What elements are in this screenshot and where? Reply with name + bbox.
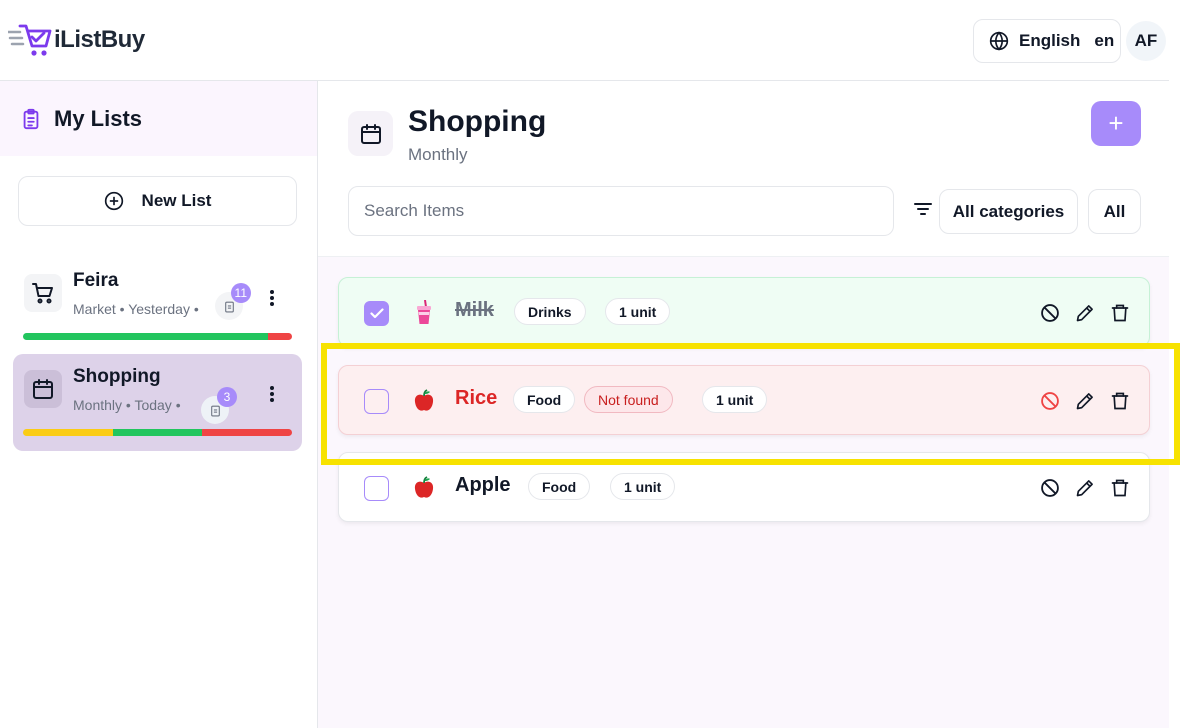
count-badge: 11 [230, 283, 251, 303]
page-subtitle: Monthly [408, 145, 468, 164]
pencil-icon [1076, 479, 1093, 496]
list-progress-bar [23, 429, 292, 436]
page-title: Shopping [408, 105, 547, 138]
search-input[interactable] [348, 186, 894, 236]
list-icon-wrap [24, 370, 62, 408]
filter-icon[interactable] [914, 202, 932, 216]
item-checkbox[interactable] [364, 301, 389, 326]
list-item-rice[interactable]: Rice Food Not found 1 unit [338, 365, 1150, 435]
list-icon-wrap [24, 274, 62, 312]
item-checkbox[interactable] [364, 476, 389, 501]
list-progress-bar [23, 333, 292, 340]
list-options-button[interactable] [263, 382, 281, 406]
clipboard-icon [210, 405, 220, 416]
pencil-icon [1076, 392, 1093, 409]
cart-logo-icon [8, 24, 52, 56]
edit-item-button[interactable] [1074, 302, 1095, 323]
list-meta: Monthly • Today • [73, 397, 181, 413]
progress-segment [23, 429, 113, 436]
apple-icon [411, 386, 437, 416]
plus-circle-icon [104, 191, 123, 211]
list-item-apple[interactable]: Apple Food 1 unit [338, 452, 1150, 522]
pencil-icon [1076, 304, 1093, 321]
edit-item-button[interactable] [1074, 477, 1095, 498]
item-count: 11 [215, 283, 251, 320]
item-name: Apple [455, 474, 511, 496]
count-badge: 3 [217, 387, 237, 407]
list-card-feira[interactable]: Feira Market • Yesterday • 11 [13, 258, 302, 355]
list-name: Shopping [73, 366, 161, 387]
item-quantity-pill: 1 unit [605, 298, 671, 325]
edit-item-button[interactable] [1074, 390, 1095, 411]
add-item-button[interactable]: + [1091, 101, 1141, 146]
item-quantity-pill: 1 unit [610, 473, 676, 500]
ban-icon [1040, 478, 1059, 497]
shopping-cart-icon [32, 283, 53, 304]
sidebar-header: My Lists [0, 81, 317, 156]
progress-segment [112, 429, 203, 436]
user-avatar[interactable]: AF [1126, 21, 1166, 61]
list-header-icon-wrap [348, 111, 393, 156]
ban-icon [1040, 303, 1059, 322]
ban-icon [1040, 391, 1059, 410]
item-category-pill: Food [513, 386, 576, 413]
item-quantity-pill: 1 unit [702, 386, 768, 413]
new-list-label: New List [141, 191, 212, 210]
apple-icon [411, 473, 437, 503]
language-selector[interactable]: English en [973, 19, 1121, 63]
item-name: Rice [455, 387, 498, 409]
delete-item-button[interactable] [1109, 477, 1130, 498]
trash-icon [1111, 304, 1128, 321]
progress-segment [202, 429, 292, 436]
check-icon [369, 308, 384, 319]
new-list-button[interactable]: New List [18, 176, 297, 226]
item-category-pill: Food [528, 473, 591, 500]
list-options-button[interactable] [263, 286, 281, 310]
calendar-icon [33, 379, 53, 399]
kebab-menu-icon [270, 386, 274, 402]
list-name: Feira [73, 270, 119, 291]
globe-icon [989, 31, 1009, 51]
list-header: Shopping Monthly + All categories All [318, 81, 1169, 257]
sidebar-title: My Lists [54, 105, 143, 131]
clipboard-icon [224, 301, 234, 312]
category-filter-select[interactable]: All categories [939, 189, 1078, 234]
item-actions [1039, 302, 1130, 323]
list-meta: Market • Yesterday • [73, 301, 199, 317]
language-code: en [1094, 31, 1115, 50]
delete-item-button[interactable] [1109, 302, 1130, 323]
app-name: iListBuy [54, 26, 145, 53]
main-panel: Shopping Monthly + All categories All Mi… [318, 81, 1169, 728]
mark-not-found-button[interactable] [1039, 477, 1060, 498]
item-checkbox[interactable] [364, 389, 389, 414]
calendar-icon [360, 123, 381, 144]
mark-not-found-button[interactable] [1039, 390, 1060, 411]
list-item-milk[interactable]: Milk Drinks 1 unit [338, 277, 1150, 347]
language-name: English [1019, 31, 1081, 50]
mark-not-found-button[interactable] [1039, 302, 1060, 323]
item-actions [1039, 390, 1130, 411]
item-actions [1039, 477, 1130, 498]
trash-icon [1111, 479, 1128, 496]
app-header: iListBuy English en AF [0, 0, 1169, 81]
delete-item-button[interactable] [1109, 390, 1130, 411]
status-filter-select[interactable]: All [1088, 189, 1141, 234]
progress-segment [267, 333, 292, 340]
item-count: 3 [201, 387, 237, 424]
clipboard-list-icon [23, 108, 39, 129]
trash-icon [1111, 392, 1128, 409]
item-category-pill: Drinks [514, 298, 586, 325]
list-card-shopping[interactable]: Shopping Monthly • Today • 3 [13, 354, 302, 451]
progress-segment [23, 333, 268, 340]
not-found-badge: Not found [584, 386, 673, 413]
kebab-menu-icon [270, 290, 274, 306]
milk-drink-icon [411, 298, 437, 328]
item-name: Milk [455, 299, 494, 321]
app-logo[interactable]: iListBuy [8, 22, 145, 58]
sidebar: My Lists New List Feira Market • Yesterd… [0, 81, 318, 728]
